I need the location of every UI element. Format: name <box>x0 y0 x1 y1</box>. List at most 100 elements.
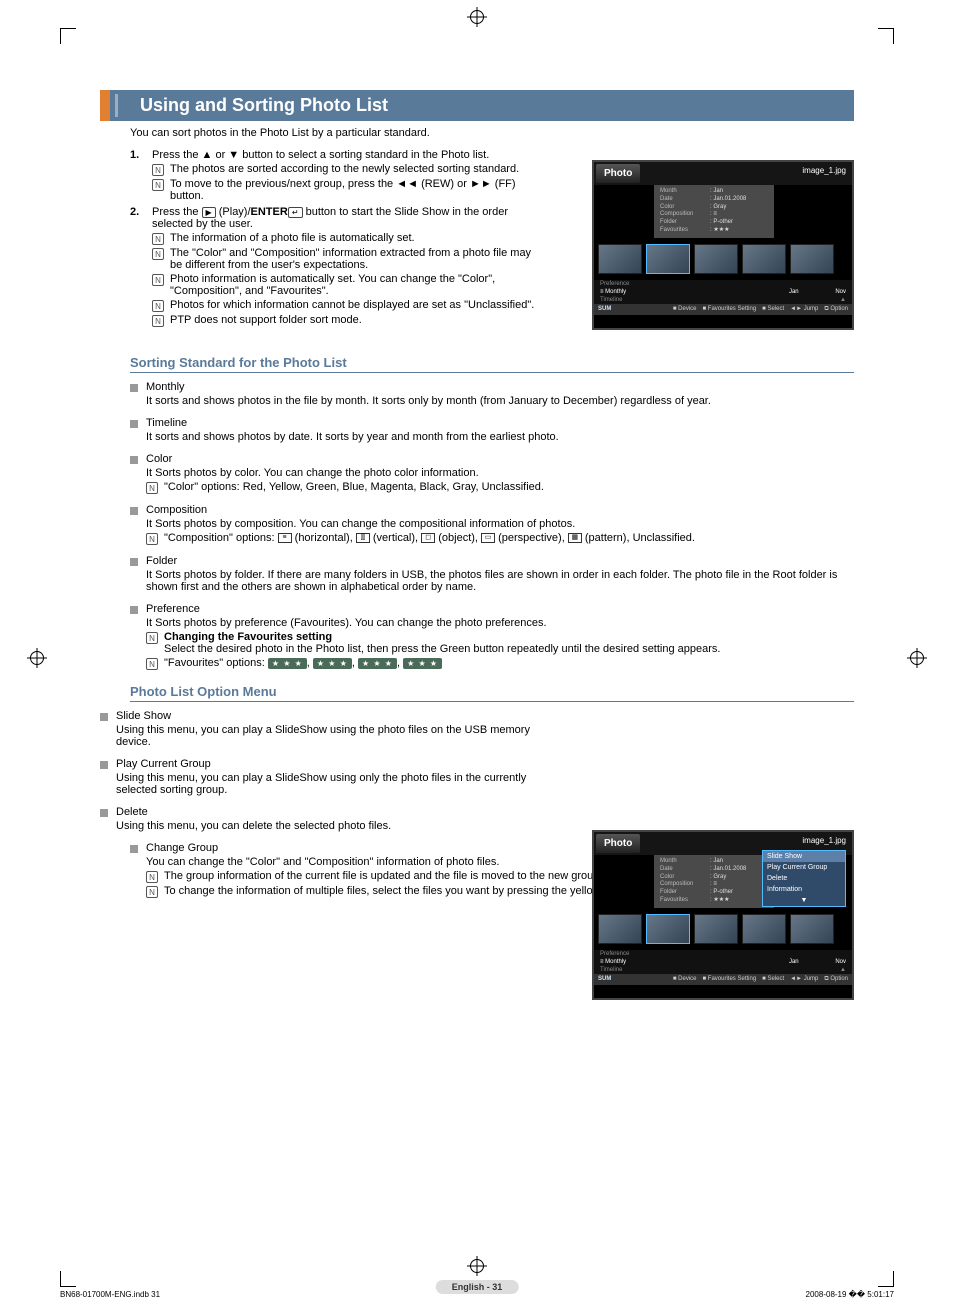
fav-chip: ★ ★ ★ <box>358 658 397 669</box>
tv-meta: Month: Jan Date: Jan.01.2008 Color: Gray… <box>654 855 774 908</box>
tv-thumb <box>790 244 834 274</box>
bullet-icon <box>130 606 138 614</box>
bullet-icon <box>130 456 138 464</box>
bullet-icon <box>100 713 108 721</box>
step-1-note-2: NTo move to the previous/next group, pre… <box>152 178 540 202</box>
step-2-text: Press the ▶ (Play)/ENTER↵ button to star… <box>152 206 540 230</box>
pattern-icon: ▦ <box>568 533 582 543</box>
step-list: 1. Press the ▲ or ▼ button to select a s… <box>130 149 540 329</box>
sort-preference: Preference It Sorts photos by preference… <box>130 603 854 670</box>
crop-mark-tl <box>60 28 76 44</box>
opt-slideshow: Slide Show Using this menu, you can play… <box>100 710 540 748</box>
sort-preference-note-2: N "Favourites" options: ★ ★ ★, ★ ★ ★, ★ … <box>146 657 854 670</box>
sort-color-note: N"Color" options: Red, Yellow, Green, Bl… <box>146 481 854 494</box>
option-menu-list: Slide Show Using this menu, you can play… <box>100 710 540 832</box>
bullet-icon <box>130 558 138 566</box>
sort-monthly: Monthly It sorts and shows photos in the… <box>130 381 854 407</box>
note-icon: N <box>146 482 158 494</box>
fav-chip: ★ ★ ★ <box>403 658 442 669</box>
note-icon: N <box>152 164 164 176</box>
bullet-icon <box>130 845 138 853</box>
crop-mark-tr <box>878 28 894 44</box>
step-2-note-5: NPTP does not support folder sort mode. <box>152 314 540 327</box>
note-icon: N <box>152 274 164 286</box>
note-icon: N <box>146 871 158 883</box>
footer-right: 2008-08-19 �� 5:01:17 <box>806 1290 894 1299</box>
step-1-note-1: NThe photos are sorted according to the … <box>152 163 540 176</box>
sort-timeline: Timeline It sorts and shows photos by da… <box>130 417 854 443</box>
note-icon: N <box>152 248 164 260</box>
tv-option-menu: Slide Show Play Current Group Delete Inf… <box>762 850 846 907</box>
note-icon: N <box>152 315 164 327</box>
step-2-note-2: NThe "Color" and "Composition" informati… <box>152 247 540 271</box>
tv-thumb <box>742 914 786 944</box>
crop-mark-bl <box>60 1271 76 1287</box>
tv-thumb-selected <box>646 914 690 944</box>
tv-header-filename: image_1.jpg <box>796 162 852 185</box>
tv-thumb <box>694 914 738 944</box>
note-icon: N <box>146 886 158 898</box>
registration-mark-bottom <box>470 1259 484 1273</box>
page-title: Using and Sorting Photo List <box>100 90 854 121</box>
note-icon: N <box>152 300 164 312</box>
bullet-icon <box>130 507 138 515</box>
registration-mark-left <box>30 651 44 665</box>
tv-sort-list: Preference ≡ MonthlyJan Nov Timeline▲ <box>594 280 852 304</box>
note-icon: N <box>146 658 158 670</box>
tv-footer: SUM ■ Device ■ Favourites Setting ■ Sele… <box>594 974 852 985</box>
tv-sort-list: Preference ≡ MonthlyJan Nov Timeline▲ <box>594 950 852 974</box>
object-icon: ◻ <box>421 533 435 543</box>
fav-chip: ★ ★ ★ <box>313 658 352 669</box>
step-1-text: Press the ▲ or ▼ button to select a sort… <box>152 149 540 161</box>
bullet-icon <box>100 809 108 817</box>
section-option-menu: Photo List Option Menu <box>130 684 854 702</box>
registration-mark-top <box>470 10 484 24</box>
step-2-note-1: NThe information of a photo file is auto… <box>152 232 540 245</box>
sort-color: Color It Sorts photos by color. You can … <box>130 453 854 494</box>
intro-text: You can sort photos in the Photo List by… <box>130 127 854 139</box>
tv-meta: Month: Jan Date: Jan.01.2008 Color: Gray… <box>654 185 774 238</box>
tv-thumb <box>790 914 834 944</box>
bullet-icon <box>130 420 138 428</box>
bullet-icon <box>100 761 108 769</box>
sort-preference-note-1: N Changing the Favourites setting Select… <box>146 631 854 655</box>
note-icon: N <box>152 233 164 245</box>
step-2-num: 2. <box>130 206 144 329</box>
tv-footer: SUM ■ Device ■ Favourites Setting ■ Sele… <box>594 304 852 315</box>
tv-thumb <box>742 244 786 274</box>
step-1: 1. Press the ▲ or ▼ button to select a s… <box>130 149 540 204</box>
horizontal-icon: ≡ <box>278 533 292 543</box>
sorting-standard-list: Monthly It sorts and shows photos in the… <box>130 381 854 670</box>
sort-folder: Folder It Sorts photos by folder. If the… <box>130 555 854 593</box>
tv-thumb <box>694 244 738 274</box>
footer-left: BN68-01700M-ENG.indb 31 <box>60 1290 160 1299</box>
opt-play-current-group: Play Current Group Using this menu, you … <box>100 758 540 796</box>
tv-thumbnails <box>594 238 852 280</box>
play-icon: ▶ <box>202 207 216 218</box>
step-2-note-4: NPhotos for which information cannot be … <box>152 299 540 312</box>
tv-thumbnails <box>594 908 852 950</box>
step-2: 2. Press the ▶ (Play)/ENTER↵ button to s… <box>130 206 540 329</box>
crop-mark-br <box>878 1271 894 1287</box>
tv-screenshot-2: Photo image_1.jpg Month: Jan Date: Jan.0… <box>592 830 854 1000</box>
tv-header-photo: Photo <box>596 834 640 853</box>
bullet-icon <box>130 384 138 392</box>
perspective-icon: ▭ <box>481 533 495 543</box>
opt-delete: Delete Using this menu, you can delete t… <box>100 806 540 832</box>
sort-composition: Composition It Sorts photos by compositi… <box>130 504 854 545</box>
tv-thumb <box>598 244 642 274</box>
sort-composition-note: N "Composition" options: ≡ (horizontal),… <box>146 532 854 545</box>
enter-icon: ↵ <box>288 207 303 218</box>
tv-header-photo: Photo <box>596 164 640 183</box>
vertical-icon: ⫿⫿ <box>356 533 370 543</box>
tv-thumb-selected <box>646 244 690 274</box>
page-number: English - 31 <box>436 1281 519 1293</box>
registration-mark-right <box>910 651 924 665</box>
tv-screenshot-1: Photo image_1.jpg Month: Jan Date: Jan.0… <box>592 160 854 330</box>
note-icon: N <box>152 179 164 191</box>
note-icon: N <box>146 533 158 545</box>
note-icon: N <box>146 632 158 644</box>
tv-thumb <box>598 914 642 944</box>
section-sorting-standard: Sorting Standard for the Photo List <box>130 355 854 373</box>
step-2-note-3: NPhoto information is automatically set.… <box>152 273 540 297</box>
